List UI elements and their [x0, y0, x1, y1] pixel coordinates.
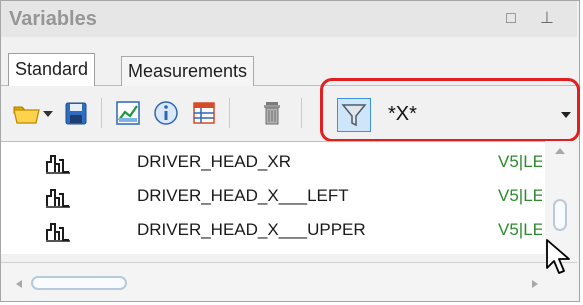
toolbar-separator — [301, 98, 302, 128]
variable-source: V5|LEI — [498, 186, 542, 205]
filter-icon — [341, 104, 367, 127]
signal-icon — [46, 155, 70, 174]
scroll-right-icon[interactable] — [531, 279, 539, 289]
vertical-scroll-thumb[interactable] — [553, 199, 567, 231]
mouse-cursor-icon — [546, 239, 570, 274]
panel-titlebar: Variables □ ⊥ — [1, 1, 577, 37]
variable-name: DRIVER_HEAD_XR — [137, 152, 291, 171]
save-icon[interactable] — [61, 98, 91, 128]
list-item[interactable]: DRIVER_HEAD_XR V5|LEI — [1, 146, 542, 180]
signal-icon — [46, 189, 70, 208]
tab-measurements[interactable]: Measurements — [121, 56, 255, 86]
table-icon[interactable] — [189, 98, 219, 128]
panel-title: Variables — [9, 8, 97, 30]
signal-icon — [46, 223, 70, 242]
trash-icon[interactable] — [257, 98, 287, 128]
pin-button[interactable]: ⊥ — [537, 9, 557, 29]
toolbar-separator — [101, 98, 102, 128]
filter-toggle-button[interactable] — [337, 98, 371, 132]
horizontal-scrollbar[interactable] — [1, 262, 577, 301]
chevron-down-icon[interactable] — [560, 106, 572, 122]
dropdown-arrow-icon[interactable] — [41, 98, 55, 128]
scroll-up-icon[interactable] — [554, 147, 566, 155]
filter-input[interactable] — [388, 102, 554, 126]
restore-button[interactable]: □ — [501, 9, 521, 29]
variable-name: DRIVER_HEAD_X___LEFT — [137, 186, 349, 205]
list-item[interactable]: DRIVER_HEAD_X___LEFT V5|LEI — [1, 180, 542, 214]
variables-list: DRIVER_HEAD_XR V5|LEI DRIVER_HEAD_X___LE… — [1, 141, 577, 254]
open-folder-icon[interactable] — [11, 98, 41, 128]
horizontal-scroll-thumb[interactable] — [31, 276, 127, 290]
variable-name: DRIVER_HEAD_X___UPPER — [137, 220, 366, 239]
toolbar-separator — [229, 98, 230, 128]
list-item[interactable]: DRIVER_HEAD_X___UPPER V5|LEI — [1, 214, 542, 248]
scroll-left-icon[interactable] — [15, 279, 23, 289]
info-icon[interactable] — [151, 98, 181, 128]
chart-icon[interactable] — [113, 98, 143, 128]
tab-standard[interactable]: Standard — [8, 53, 96, 86]
screenshot-root: Variables □ ⊥ Standard Measurements *X* … — [0, 0, 583, 305]
variable-source: V5|LEI — [498, 220, 542, 239]
variable-source: V5|LEI — [498, 152, 542, 171]
